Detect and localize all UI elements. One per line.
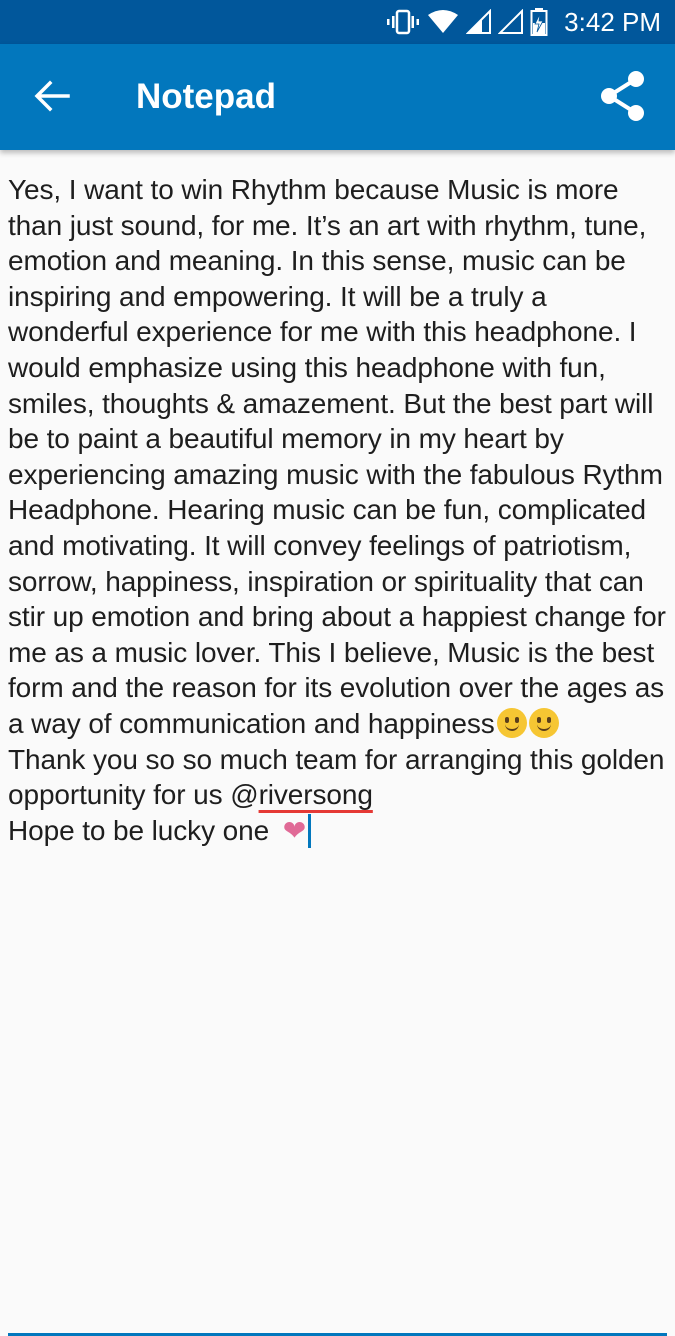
- note-closing-line: Hope to be lucky one: [8, 814, 277, 846]
- app-bar: Notepad: [0, 44, 675, 150]
- vibrate-icon: [386, 9, 420, 35]
- text-cursor: [308, 813, 312, 848]
- share-button[interactable]: [591, 66, 655, 130]
- mention-riversong: riversong: [258, 779, 373, 811]
- back-button[interactable]: [22, 71, 82, 125]
- wifi-icon: [426, 9, 460, 35]
- slightly-smiling-face-icon: [528, 707, 559, 738]
- note-paragraph: Yes, I want to win Rhythm because Music …: [8, 174, 674, 739]
- status-icons: 3:42 PM: [386, 0, 661, 44]
- signal-icon: [466, 9, 492, 35]
- status-bar: 3:42 PM: [0, 0, 675, 44]
- note-text[interactable]: Yes, I want to win Rhythm because Music …: [8, 172, 670, 848]
- arrow-back-icon: [34, 80, 70, 117]
- app-title: Notepad: [136, 77, 276, 116]
- battery-charging-icon: [530, 7, 548, 37]
- heart-icon: ❤: [282, 814, 307, 846]
- signal-empty-icon: [498, 9, 524, 35]
- status-time: 3:42 PM: [564, 6, 661, 37]
- share-icon: [598, 69, 648, 128]
- slightly-smiling-face-icon: [496, 707, 527, 738]
- note-editor[interactable]: Yes, I want to win Rhythm because Music …: [0, 150, 675, 1336]
